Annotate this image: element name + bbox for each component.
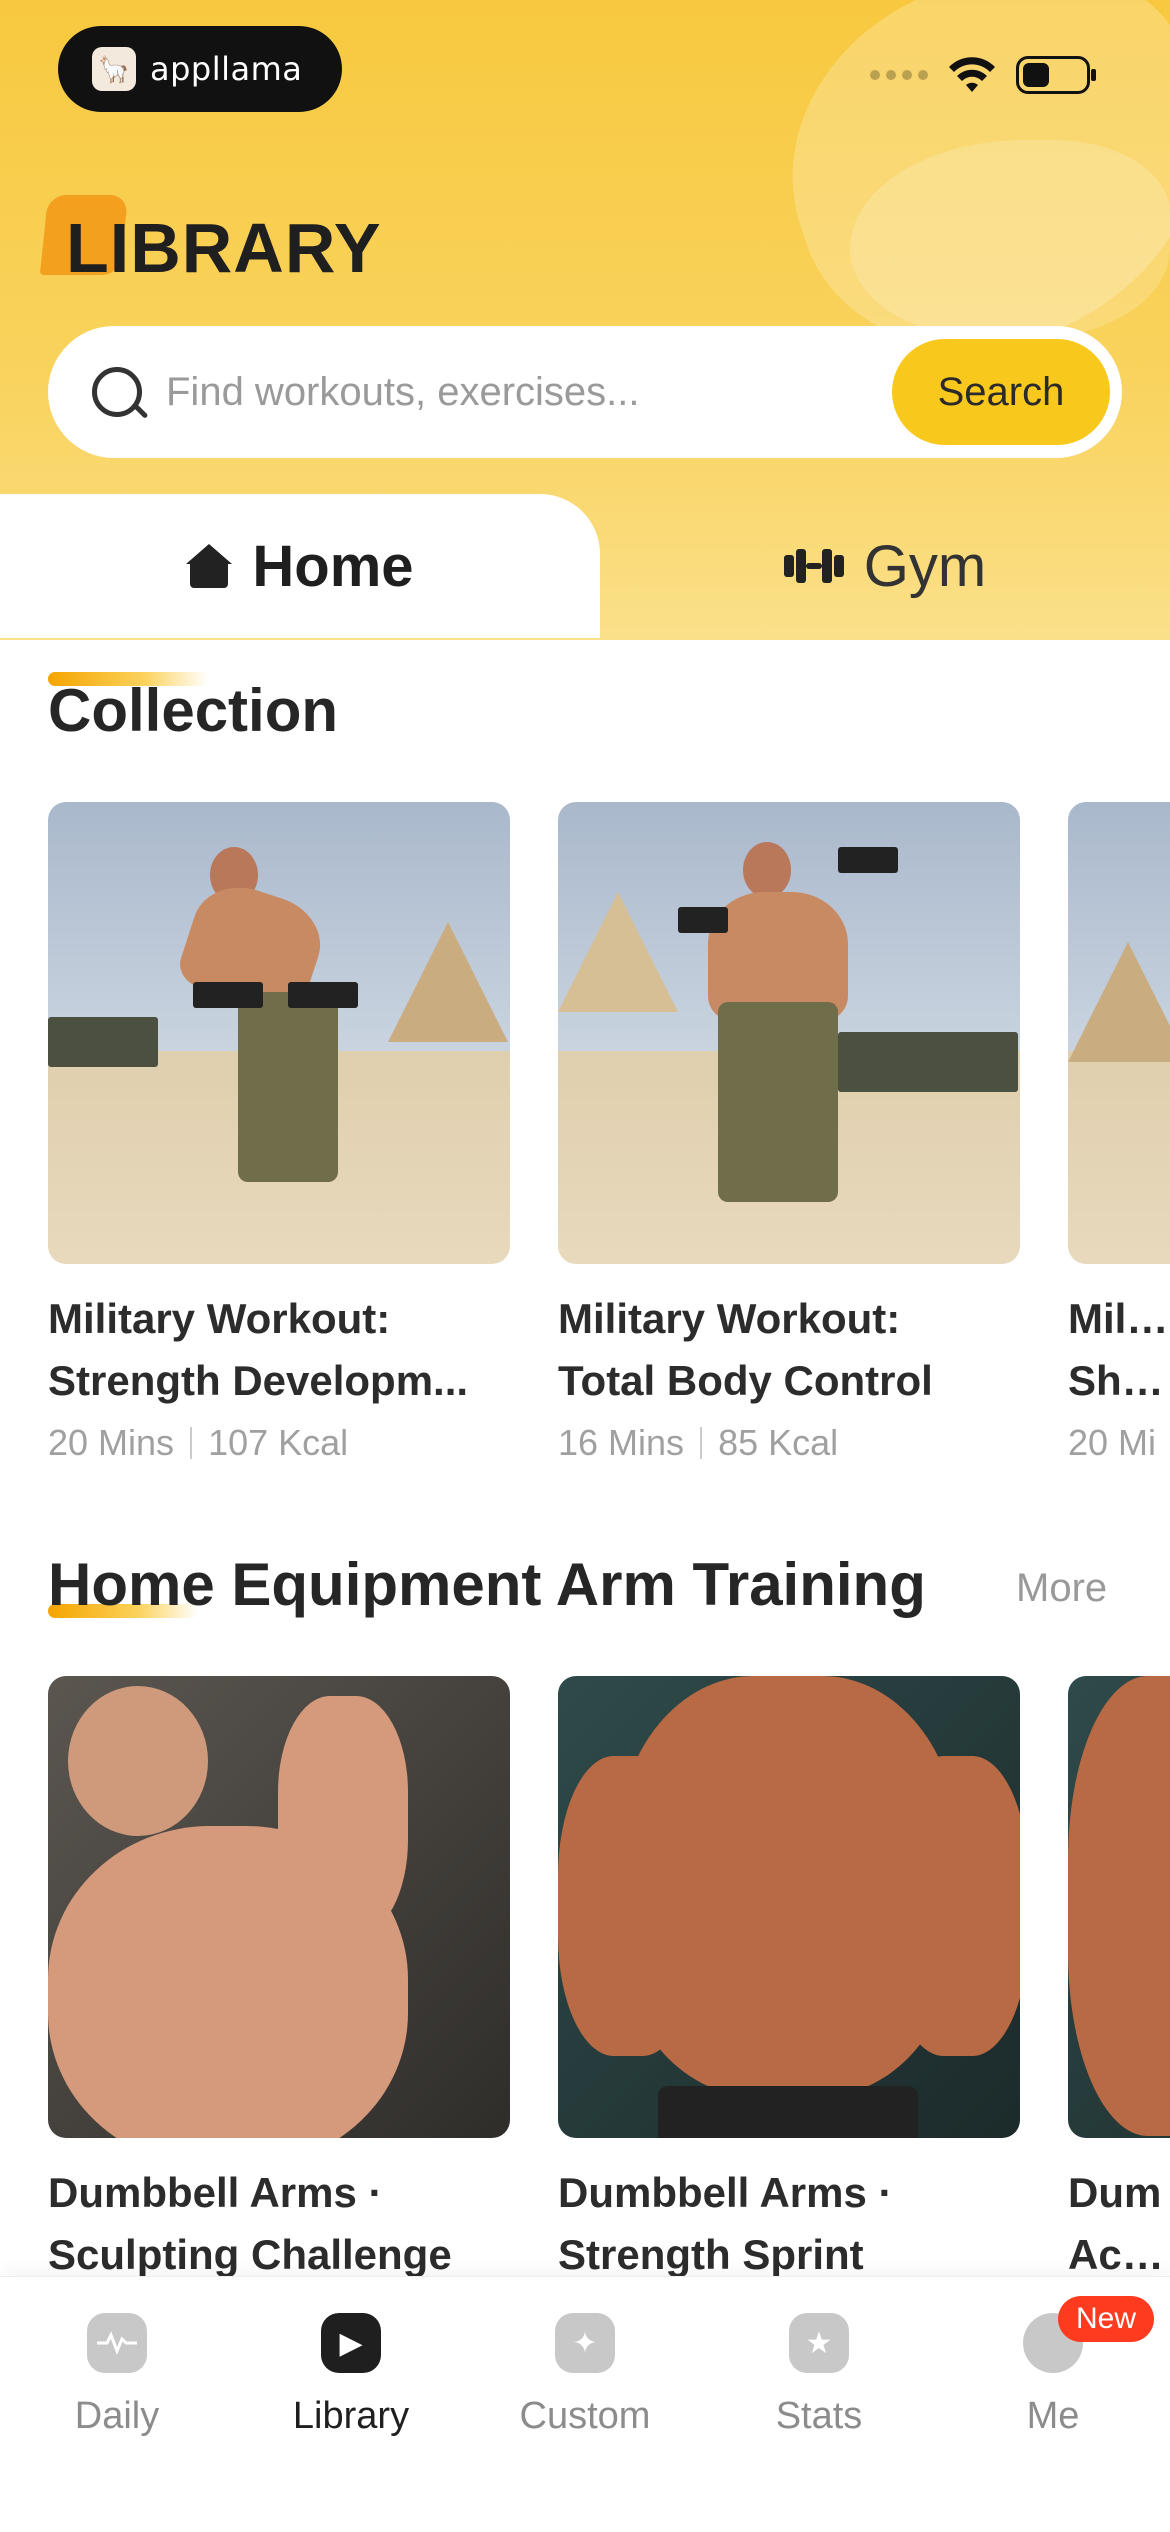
workout-image bbox=[1068, 802, 1170, 1264]
section-title-arm-training: Home Equipment Arm Training bbox=[48, 1551, 926, 1618]
card-duration: 20 Mi bbox=[1068, 1422, 1157, 1463]
clipboard-icon: ✦ bbox=[555, 2313, 615, 2373]
tab-home-label: Home bbox=[252, 533, 414, 599]
nav-item-stats[interactable]: ★ Stats bbox=[719, 2313, 919, 2438]
card-meta: 20 Mi bbox=[1068, 1422, 1170, 1464]
bottom-nav: Daily ▶ Library ✦ Custom ★ Stats Me bbox=[0, 2276, 1170, 2532]
star-icon: ★ bbox=[789, 2313, 849, 2373]
workout-image bbox=[558, 802, 1020, 1264]
brand-name: appllama bbox=[150, 50, 303, 88]
card-title: Milita bbox=[1068, 1295, 1170, 1342]
workout-card[interactable]: Military Workout: Total Body Control 16 … bbox=[558, 802, 1020, 1464]
nav-label: Stats bbox=[775, 2395, 863, 2437]
card-title-line2: Total Body Control bbox=[558, 1357, 933, 1404]
tab-gym[interactable]: Gym bbox=[600, 494, 1170, 638]
brand-pill: 🦙 appllama bbox=[58, 26, 342, 112]
card-title-line2: Strength Developm... bbox=[48, 1357, 469, 1404]
dumbbell-icon bbox=[783, 549, 844, 583]
play-icon: ▶ bbox=[321, 2313, 381, 2373]
nav-item-daily[interactable]: Daily bbox=[17, 2313, 217, 2438]
card-title: Military Workout: bbox=[48, 1295, 391, 1342]
section-title-collection: Collection bbox=[48, 677, 339, 744]
nav-item-library[interactable]: ▶ Library bbox=[251, 2313, 451, 2438]
card-title-line2: Shou bbox=[1068, 1357, 1170, 1404]
card-title: Dumbbell Arms · bbox=[558, 2169, 893, 2216]
wifi-icon bbox=[949, 57, 995, 92]
card-kcal: 107 Kcal bbox=[208, 1422, 349, 1463]
card-title: Dumbbell Arms · bbox=[48, 2169, 383, 2216]
nav-label: Daily bbox=[74, 2395, 160, 2437]
page-title: LIBRARY bbox=[66, 209, 382, 287]
card-title: Dum bbox=[1068, 2169, 1162, 2216]
card-duration: 20 Mins bbox=[48, 1422, 175, 1463]
nav-item-custom[interactable]: ✦ Custom bbox=[485, 2313, 685, 2438]
card-meta: 16 Mins 85 Kcal bbox=[558, 1422, 1020, 1464]
new-badge: New bbox=[1058, 2296, 1155, 2342]
card-title: Military Workout: bbox=[558, 1295, 901, 1342]
workout-card[interactable]: Dumbbell Arms · Sculpting Challenge bbox=[48, 1676, 510, 2286]
status-bar bbox=[870, 56, 1096, 94]
workout-image bbox=[48, 802, 510, 1264]
tab-bar: Home Gym bbox=[0, 494, 1170, 638]
tab-home[interactable]: Home bbox=[0, 494, 600, 638]
card-meta: 20 Mins 107 Kcal bbox=[48, 1422, 510, 1464]
nav-label: Me bbox=[1026, 2395, 1080, 2437]
tab-gym-label: Gym bbox=[863, 533, 987, 599]
card-kcal: 85 Kcal bbox=[718, 1422, 839, 1463]
nav-label: Library bbox=[292, 2395, 410, 2437]
search-button[interactable]: Search bbox=[892, 339, 1110, 445]
nav-label: Custom bbox=[519, 2395, 651, 2437]
search-input[interactable] bbox=[166, 369, 866, 415]
search-bar: Search bbox=[48, 326, 1122, 458]
home-icon bbox=[186, 544, 233, 588]
workout-card[interactable]: Dumbbell Arms · Strength Sprint bbox=[558, 1676, 1020, 2286]
card-duration: 16 Mins bbox=[558, 1422, 685, 1463]
search-icon bbox=[92, 367, 142, 417]
signal-dots-icon bbox=[870, 70, 928, 80]
workout-image bbox=[1068, 1676, 1170, 2138]
workout-image bbox=[48, 1676, 510, 2138]
workout-card-partial[interactable]: Milita Shou 20 Mi bbox=[1068, 802, 1170, 1464]
workout-image bbox=[558, 1676, 1020, 2138]
workout-card-partial[interactable]: Dum Activ bbox=[1068, 1676, 1170, 2286]
battery-icon bbox=[1016, 56, 1096, 94]
llama-logo-icon: 🦙 bbox=[92, 47, 136, 91]
workout-card[interactable]: Military Workout: Strength Developm... 2… bbox=[48, 802, 510, 1464]
more-link[interactable]: More bbox=[1016, 1566, 1107, 1611]
pulse-icon bbox=[87, 2313, 147, 2373]
